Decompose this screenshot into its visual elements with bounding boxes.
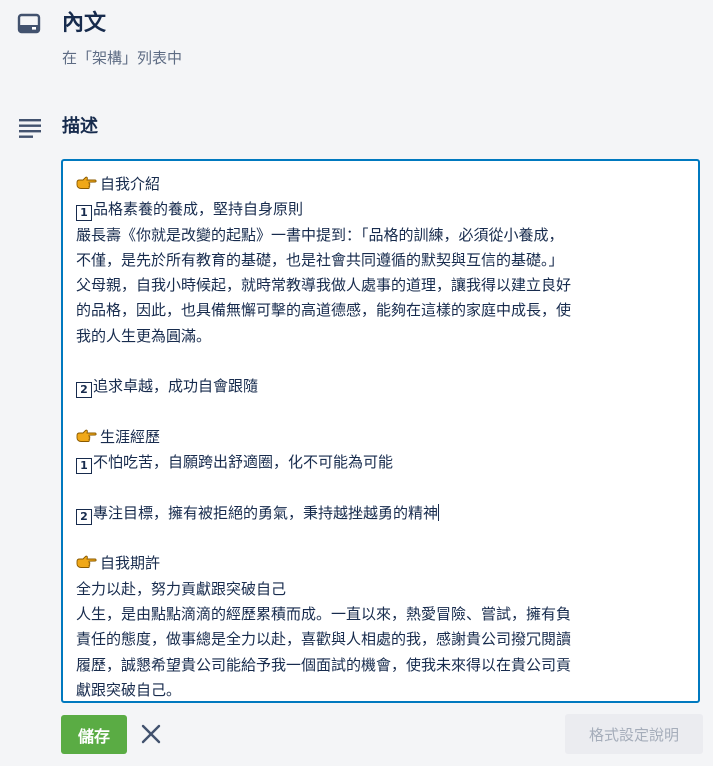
line-text: 追求卓越，成功自會跟隨 bbox=[93, 377, 259, 396]
line-text: 品格素養的養成，堅持自身原則 bbox=[93, 200, 304, 219]
text-line: 1 不怕吃苦，自願跨出舒適圈，化不可能為可能 bbox=[76, 450, 686, 475]
text-line: 生涯經歷 bbox=[76, 425, 686, 450]
text-line: 責任的態度，做事總是全力以赴，喜歡與人相處的我，感謝貴公司撥冗閱讀 bbox=[76, 627, 686, 652]
text-line: 的品格，因此，也具備無懈可擊的高道德感，能夠在這樣的家庭中成長，使 bbox=[76, 298, 686, 323]
keycap-number-icon: 1 bbox=[76, 205, 92, 222]
line-text: 生涯經歷 bbox=[100, 427, 161, 446]
close-button[interactable] bbox=[138, 721, 164, 747]
line-text: 責任的態度，做事總是全力以赴，喜歡與人相處的我，感謝貴公司撥冗閱讀 bbox=[76, 630, 572, 649]
keycap-number-icon: 2 bbox=[76, 508, 92, 525]
text-line: 不僅，是先於所有教育的基礎，也是社會共同遵循的默契與互信的基礎。」 bbox=[76, 248, 686, 273]
description-header: 描述 bbox=[0, 110, 713, 150]
text-line: 自我期許 bbox=[76, 551, 686, 576]
text-caret bbox=[438, 503, 440, 521]
line-text: 自我介紹 bbox=[100, 175, 161, 193]
close-icon bbox=[138, 724, 164, 750]
line-text: 我的人生更為圓滿。 bbox=[76, 326, 212, 345]
formatting-help-button[interactable]: 格式設定說明 bbox=[565, 714, 703, 754]
text-line: 1 品格素養的養成，堅持自身原則 bbox=[76, 197, 686, 222]
text-line: 2 專注目標，擁有被拒絕的勇氣，秉持越挫越勇的精神 bbox=[76, 501, 686, 526]
line-text: 父母親，自我小時候起，就時常教導我做人處事的道理，讓我得以建立良好 bbox=[76, 276, 572, 295]
card-list-location[interactable]: 在「架構」列表中 bbox=[62, 46, 182, 70]
line-text: 的品格，因此，也具備無懈可擊的高道德感，能夠在這樣的家庭中成長，使 bbox=[76, 301, 572, 320]
text-line: 嚴長壽《你就是改變的起點》一書中提到：「品格的訓練，必須從小養成， bbox=[76, 223, 686, 248]
line-text: 履歷，誠懇希望貴公司能給予我一個面試的機會，使我未來得以在貴公司貢 bbox=[76, 655, 572, 674]
text-line: 父母親，自我小時候起，就時常教導我做人處事的道理，讓我得以建立良好 bbox=[76, 273, 686, 298]
text-line: 獻跟突破自己。 bbox=[76, 678, 686, 701]
line-text: 嚴長壽《你就是改變的起點》一書中提到：「品格的訓練，必須從小養成， bbox=[76, 225, 564, 244]
backhand-index-pointing-right-icon bbox=[76, 174, 97, 189]
description-lines-icon bbox=[19, 117, 43, 139]
backhand-index-pointing-right-icon bbox=[76, 553, 97, 569]
save-button[interactable]: 儲存 bbox=[61, 715, 127, 754]
line-text: 全力以赴，努力貢獻跟突破自己 bbox=[76, 579, 287, 598]
backhand-index-pointing-right-icon bbox=[76, 427, 97, 442]
text-line: 2 追求卓越，成功自會跟隨 bbox=[76, 374, 686, 399]
text-line: 我的人生更為圓滿。 bbox=[76, 324, 686, 349]
description-textarea[interactable]: 自我介紹 1 品格素養的養成，堅持自身原則 嚴長壽《你就是改變的起點》一書中提到：「品… bbox=[61, 159, 700, 703]
text-line: 全力以赴，努力貢獻跟突破自己 bbox=[76, 577, 686, 602]
text-line: 人生，是由點點滴滴的經歷累積而成。一直以來，熱愛冒險、嘗試，擁有負 bbox=[76, 602, 686, 627]
keycap-number-icon: 1 bbox=[76, 458, 92, 475]
card-title[interactable]: 內文 bbox=[62, 8, 106, 40]
text-line: 自我介紹 bbox=[76, 172, 686, 197]
card-icon bbox=[17, 13, 41, 35]
description-title: 描述 bbox=[62, 116, 98, 137]
line-text: 自我期許 bbox=[100, 554, 161, 573]
card-header: 內文 在「架構」列表中 bbox=[0, 0, 713, 90]
line-text: 不怕吃苦，自願跨出舒適圈，化不可能為可能 bbox=[93, 453, 394, 472]
line-text: 人生，是由點點滴滴的經歷累積而成。一直以來，熱愛冒險、嘗試，擁有負 bbox=[76, 605, 572, 624]
line-text: 專注目標，擁有被拒絕的勇氣，秉持越挫越勇的精神 bbox=[93, 503, 439, 522]
keycap-number-icon: 2 bbox=[76, 382, 92, 399]
text-line: 履歷，誠懇希望貴公司能給予我一個面試的機會，使我未來得以在貴公司貢 bbox=[76, 653, 686, 678]
line-text: 不僅，是先於所有教育的基礎，也是社會共同遵循的默契與互信的基礎。」 bbox=[76, 250, 564, 269]
line-text: 獻跟突破自己。 bbox=[76, 680, 182, 699]
